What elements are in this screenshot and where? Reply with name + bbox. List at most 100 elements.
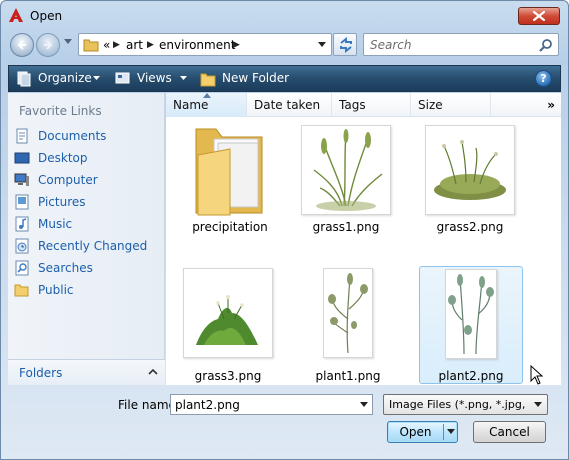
file-name: precipitation bbox=[192, 220, 268, 234]
list-item[interactable]: grass2.png bbox=[418, 119, 522, 237]
refresh-button[interactable] bbox=[333, 33, 357, 56]
file-type-filter[interactable]: Image Files (*.png, *.jpg, *.dds bbox=[383, 394, 548, 415]
searches-icon bbox=[15, 260, 29, 276]
list-item-selected[interactable]: plant2.png bbox=[419, 266, 523, 384]
sidebar-item-music[interactable]: Music bbox=[13, 214, 163, 234]
column-header-tags[interactable]: Tags bbox=[332, 93, 411, 117]
sidebar-item-label: Pictures bbox=[38, 195, 86, 209]
arrow-right-icon bbox=[44, 40, 53, 50]
address-bar[interactable]: « ▶ art ▶ environment ▶ bbox=[78, 33, 332, 56]
open-button[interactable]: Open bbox=[387, 421, 458, 443]
file-name: plant2.png bbox=[438, 369, 504, 383]
help-icon[interactable]: ? bbox=[535, 70, 552, 87]
list-item[interactable]: grass1.png bbox=[294, 119, 398, 237]
image-thumbnail bbox=[445, 269, 497, 359]
views-button[interactable]: Views bbox=[137, 71, 172, 85]
grass-image bbox=[313, 129, 383, 211]
column-header-name[interactable]: Name bbox=[166, 93, 247, 117]
title-bar[interactable]: Open bbox=[1, 1, 568, 29]
chevron-down-icon[interactable] bbox=[318, 42, 326, 47]
search-placeholder: Search bbox=[370, 38, 412, 52]
file-name: plant1.png bbox=[315, 369, 381, 383]
close-icon bbox=[533, 11, 545, 21]
forward-button[interactable] bbox=[36, 33, 60, 57]
sidebar-item-recently-changed[interactable]: Recently Changed bbox=[13, 236, 163, 256]
file-type-value: Image Files (*.png, *.jpg, *.dds bbox=[389, 398, 529, 411]
more-columns-button[interactable]: » bbox=[547, 98, 555, 112]
mouse-cursor-icon bbox=[530, 365, 544, 385]
organize-icon bbox=[17, 71, 31, 87]
music-icon bbox=[15, 216, 29, 232]
image-thumbnail bbox=[183, 268, 273, 358]
sidebar-item-public[interactable]: Public bbox=[13, 280, 163, 300]
image-thumbnail bbox=[323, 268, 373, 358]
chevron-down-icon bbox=[534, 402, 542, 407]
breadcrumb-separator-icon[interactable]: ▶ bbox=[233, 40, 240, 50]
chevron-down-icon[interactable] bbox=[180, 76, 187, 80]
sidebar-item-documents[interactable]: Documents bbox=[13, 126, 163, 146]
plant-image bbox=[328, 273, 368, 354]
grass-image bbox=[196, 295, 258, 345]
search-input[interactable]: Search bbox=[363, 33, 559, 56]
command-toolbar: Organize Views New Folder ? bbox=[8, 65, 561, 92]
file-name-field[interactable]: plant2.png bbox=[170, 394, 373, 415]
refresh-icon bbox=[340, 37, 352, 53]
address-overflow[interactable]: « bbox=[103, 38, 110, 52]
chevron-down-icon[interactable] bbox=[447, 429, 455, 434]
open-dialog: Open « ▶ art ▶ environment ▶ Search Orga… bbox=[0, 0, 569, 460]
folder-icon bbox=[83, 39, 99, 52]
new-folder-icon bbox=[200, 73, 216, 87]
breadcrumb-art[interactable]: art bbox=[126, 38, 143, 52]
close-button[interactable] bbox=[518, 7, 560, 25]
public-folder-icon bbox=[14, 284, 29, 297]
file-name: grass3.png bbox=[194, 369, 262, 383]
search-icon[interactable] bbox=[539, 38, 553, 52]
file-name-value: plant2.png bbox=[175, 398, 240, 412]
folders-label: Folders bbox=[19, 366, 63, 380]
breadcrumb-separator-icon[interactable]: ▶ bbox=[147, 40, 154, 50]
file-list: Name Date taken Tags Size » precipitatio… bbox=[166, 93, 561, 385]
window-title: Open bbox=[30, 9, 63, 23]
folders-toggle[interactable]: Folders bbox=[8, 359, 165, 385]
list-item[interactable]: plant1.png bbox=[296, 266, 400, 384]
desktop-icon bbox=[14, 152, 30, 164]
sidebar-item-label: Desktop bbox=[38, 151, 88, 165]
file-name: grass2.png bbox=[436, 220, 504, 234]
back-button[interactable] bbox=[10, 33, 34, 57]
split-divider bbox=[443, 424, 444, 440]
views-icon bbox=[115, 72, 130, 84]
pictures-icon bbox=[15, 194, 29, 210]
sidebar-item-computer[interactable]: Computer bbox=[13, 170, 163, 190]
favorite-links-header: Favorite Links bbox=[19, 104, 102, 118]
sidebar-item-pictures[interactable]: Pictures bbox=[13, 192, 163, 212]
organize-button[interactable]: Organize bbox=[38, 71, 92, 85]
sidebar-item-label: Music bbox=[38, 217, 73, 231]
documents-icon bbox=[16, 128, 28, 144]
list-item[interactable]: precipitation bbox=[178, 119, 282, 237]
recently-changed-icon bbox=[15, 238, 29, 254]
chevron-up-icon bbox=[148, 369, 158, 375]
column-header-size[interactable]: Size bbox=[411, 93, 491, 117]
grass-image bbox=[434, 140, 506, 200]
breadcrumb-separator-icon[interactable]: ▶ bbox=[113, 40, 120, 50]
sidebar-item-label: Computer bbox=[38, 173, 98, 187]
column-header-date-taken[interactable]: Date taken bbox=[247, 93, 332, 117]
recent-pages-dropdown-icon[interactable] bbox=[64, 39, 72, 45]
plant-image bbox=[448, 274, 494, 355]
navigation-pane: Favorite Links Documents Desktop Compute… bbox=[8, 93, 165, 385]
column-headers: Name Date taken Tags Size » bbox=[166, 93, 561, 117]
arrow-left-icon bbox=[17, 40, 26, 50]
sidebar-item-label: Public bbox=[38, 283, 74, 297]
sidebar-item-searches[interactable]: Searches bbox=[13, 258, 163, 278]
computer-icon bbox=[14, 173, 29, 186]
chevron-down-icon[interactable] bbox=[93, 76, 100, 80]
new-folder-button[interactable]: New Folder bbox=[222, 71, 289, 85]
app-logo-icon bbox=[9, 8, 23, 22]
chevron-down-icon[interactable] bbox=[360, 402, 368, 407]
sidebar-item-label: Recently Changed bbox=[38, 239, 148, 253]
cancel-button[interactable]: Cancel bbox=[473, 421, 546, 443]
breadcrumb-environment[interactable]: environment bbox=[159, 38, 235, 52]
sidebar-item-desktop[interactable]: Desktop bbox=[13, 148, 163, 168]
open-button-label: Open bbox=[399, 425, 432, 439]
list-item[interactable]: grass3.png bbox=[176, 266, 280, 384]
